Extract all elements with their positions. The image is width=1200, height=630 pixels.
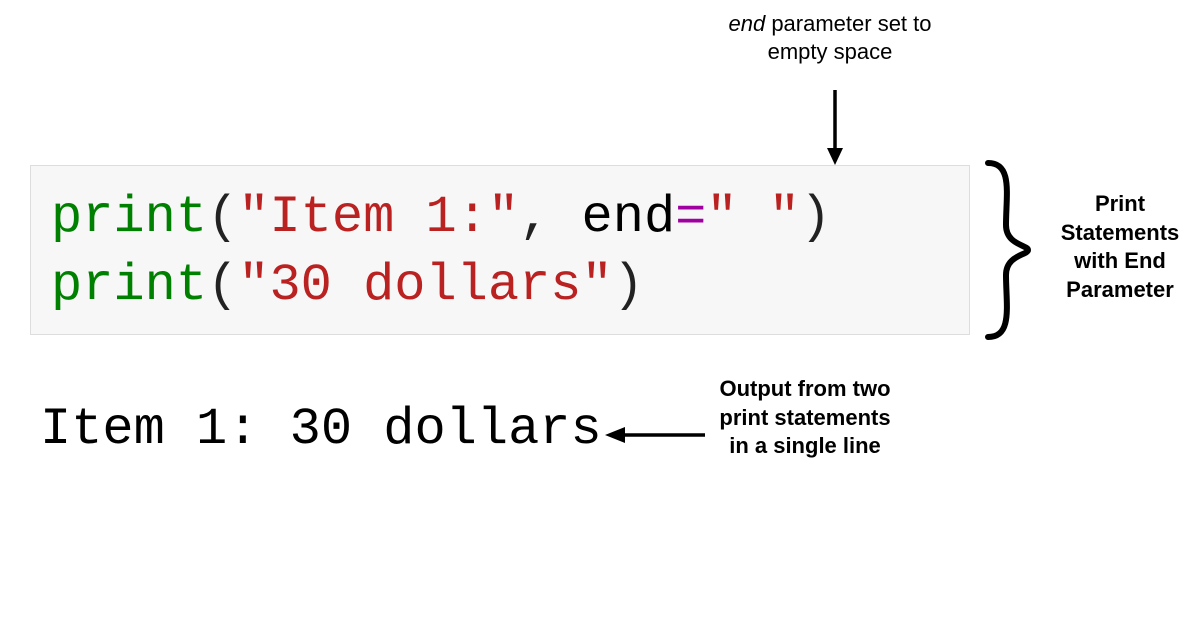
code-eq: = <box>675 188 706 247</box>
code-string-30dollars: "30 dollars" <box>238 256 612 315</box>
code-paren-close-2: ) <box>613 256 644 315</box>
annotation-output: Output from two print statements in a si… <box>710 375 900 461</box>
arrow-down-icon <box>825 90 845 165</box>
output-text: Item 1: 30 dollars <box>40 400 602 459</box>
code-sep-1: , <box>519 188 581 247</box>
code-paren-open-2: ( <box>207 256 238 315</box>
curly-brace-icon <box>978 155 1038 345</box>
code-block: print("Item 1:", end=" ") print("30 doll… <box>30 165 970 335</box>
annotation-end-em: end <box>728 11 765 36</box>
code-fn-print-2: print <box>51 256 207 315</box>
annotation-end-rest: parameter set to empty space <box>765 11 931 64</box>
code-string-endval: " " <box>706 188 800 247</box>
arrow-left-icon <box>605 425 705 445</box>
code-paren-open-1: ( <box>207 188 238 247</box>
code-fn-print-1: print <box>51 188 207 247</box>
code-kw-end: end <box>582 188 676 247</box>
annotation-print-statements: Print Statements with End Parameter <box>1045 190 1195 304</box>
code-paren-close-1: ) <box>800 188 831 247</box>
annotation-end-parameter: end parameter set to empty space <box>720 10 940 65</box>
diagram-canvas: end parameter set to empty space print("… <box>0 0 1200 630</box>
code-string-item1: "Item 1:" <box>238 188 519 247</box>
